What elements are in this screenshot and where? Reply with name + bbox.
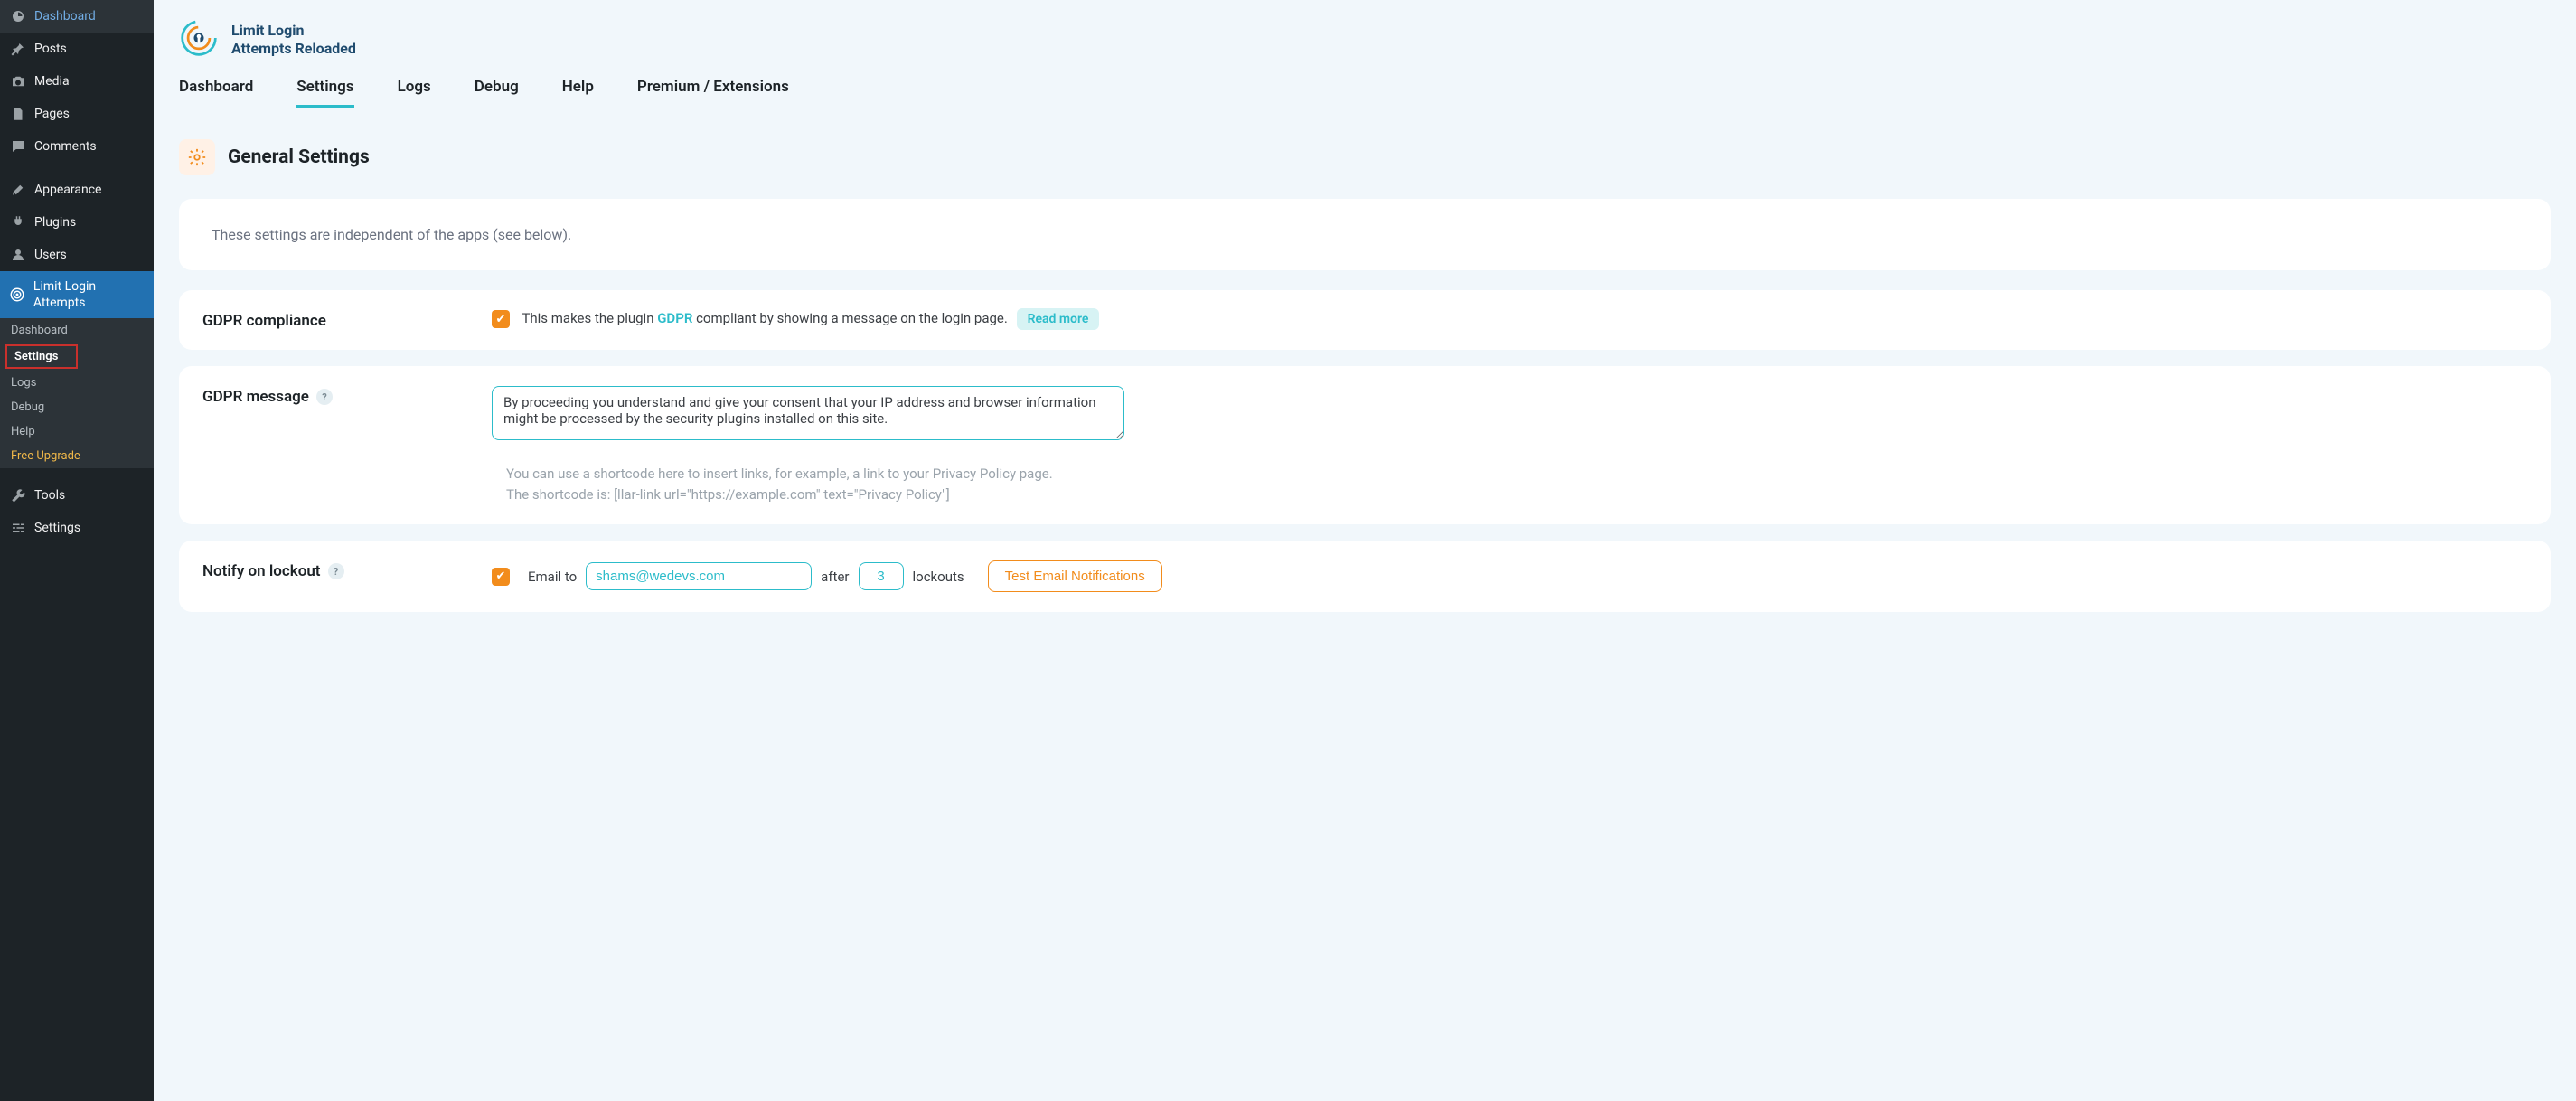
submenu-dashboard[interactable]: Dashboard bbox=[0, 318, 154, 343]
test-email-button[interactable]: Test Email Notifications bbox=[988, 560, 1162, 592]
sidebar-item-posts[interactable]: Posts bbox=[0, 33, 154, 65]
pin-icon bbox=[9, 40, 27, 58]
sidebar-item-settings[interactable]: Settings bbox=[0, 512, 154, 544]
submenu-settings[interactable]: Settings bbox=[5, 344, 78, 369]
sidebar-item-limit-login-attempts[interactable]: Limit Login Attempts bbox=[0, 271, 154, 318]
sidebar-label: Plugins bbox=[34, 215, 76, 230]
gdpr-compliance-label: GDPR compliance bbox=[202, 310, 492, 330]
notify-label: Notify on lockout bbox=[202, 562, 321, 580]
submenu-logs[interactable]: Logs bbox=[0, 371, 154, 395]
sidebar-submenu: Dashboard Settings Logs Debug Help Free … bbox=[0, 318, 154, 468]
brand-line1: Limit Login bbox=[231, 22, 356, 40]
brush-icon bbox=[9, 181, 27, 199]
gdpr-message-textarea[interactable] bbox=[492, 386, 1124, 440]
gdpr-link[interactable]: GDPR bbox=[657, 310, 692, 326]
sidebar-item-pages[interactable]: Pages bbox=[0, 98, 154, 130]
gdpr-hint-1: You can use a shortcode here to insert l… bbox=[506, 464, 2527, 485]
sidebar-label: Limit Login Attempts bbox=[33, 278, 145, 311]
wrench-icon bbox=[9, 486, 27, 504]
sidebar-item-tools[interactable]: Tools bbox=[0, 479, 154, 512]
gdpr-hint-2: The shortcode is: [llar-link url="https:… bbox=[506, 485, 2527, 505]
plug-icon bbox=[9, 213, 27, 231]
camera-icon bbox=[9, 72, 27, 90]
brand-logo-icon bbox=[179, 18, 219, 61]
tab-logs[interactable]: Logs bbox=[398, 78, 431, 108]
plugin-tabs: Dashboard Settings Logs Debug Help Premi… bbox=[179, 78, 2551, 108]
notify-email-input[interactable] bbox=[586, 562, 812, 590]
comment-icon bbox=[9, 137, 27, 155]
section-title: General Settings bbox=[228, 146, 370, 168]
sidebar-label: Appearance bbox=[34, 183, 101, 197]
sidebar-label: Settings bbox=[34, 521, 80, 535]
sidebar-label: Users bbox=[34, 248, 67, 262]
sidebar-label: Posts bbox=[34, 42, 67, 56]
brand-line2: Attempts Reloaded bbox=[231, 40, 356, 58]
tab-debug[interactable]: Debug bbox=[475, 78, 519, 108]
gdpr-text-before: This makes the plugin bbox=[522, 310, 657, 326]
sidebar-item-users[interactable]: Users bbox=[0, 239, 154, 271]
sidebar-label: Dashboard bbox=[34, 9, 96, 24]
user-icon bbox=[9, 246, 27, 264]
gauge-icon bbox=[9, 7, 27, 25]
gdpr-text-after: compliant by showing a message on the lo… bbox=[692, 310, 1007, 326]
tab-settings[interactable]: Settings bbox=[296, 78, 353, 108]
sidebar-label: Media bbox=[34, 74, 70, 89]
info-card: These settings are independent of the ap… bbox=[179, 199, 2551, 270]
sidebar-item-appearance[interactable]: Appearance bbox=[0, 174, 154, 206]
sidebar-label: Pages bbox=[34, 107, 70, 121]
lockout-count-input[interactable] bbox=[859, 562, 904, 590]
gear-icon bbox=[179, 139, 215, 175]
main-content: Limit Login Attempts Reloaded Dashboard … bbox=[154, 0, 2576, 1101]
submenu-free-upgrade[interactable]: Free Upgrade bbox=[0, 444, 154, 468]
section-heading: General Settings bbox=[179, 139, 2551, 175]
plugin-brand: Limit Login Attempts Reloaded bbox=[179, 18, 2551, 61]
gdpr-message-card: GDPR message ? You can use a shortcode h… bbox=[179, 366, 2551, 524]
sidebar-item-plugins[interactable]: Plugins bbox=[0, 206, 154, 239]
tab-dashboard[interactable]: Dashboard bbox=[179, 78, 253, 108]
gdpr-message-label: GDPR message bbox=[202, 388, 309, 406]
wp-admin-sidebar: Dashboard Posts Media Pages Comments App… bbox=[0, 0, 154, 1101]
notify-email-checkbox[interactable]: ✔ bbox=[492, 568, 510, 586]
lockouts-label: lockouts bbox=[913, 569, 964, 585]
notify-lockout-card: Notify on lockout ? ✔ Email to after loc… bbox=[179, 541, 2551, 612]
submenu-help[interactable]: Help bbox=[0, 419, 154, 444]
tab-premium[interactable]: Premium / Extensions bbox=[637, 78, 789, 108]
sidebar-label: Comments bbox=[34, 139, 97, 154]
target-icon bbox=[9, 286, 26, 304]
tab-help[interactable]: Help bbox=[562, 78, 594, 108]
after-label: after bbox=[821, 569, 849, 585]
gdpr-compliance-card: GDPR compliance ✔ This makes the plugin … bbox=[179, 290, 2551, 350]
page-icon bbox=[9, 105, 27, 123]
sliders-icon bbox=[9, 519, 27, 537]
sidebar-item-comments[interactable]: Comments bbox=[0, 130, 154, 163]
help-icon[interactable]: ? bbox=[316, 389, 333, 405]
gdpr-compliance-checkbox[interactable]: ✔ bbox=[492, 310, 510, 328]
read-more-button[interactable]: Read more bbox=[1017, 308, 1100, 330]
help-icon[interactable]: ? bbox=[328, 563, 344, 579]
info-text: These settings are independent of the ap… bbox=[212, 226, 2518, 243]
submenu-debug[interactable]: Debug bbox=[0, 395, 154, 419]
sidebar-item-dashboard[interactable]: Dashboard bbox=[0, 0, 154, 33]
sidebar-item-media[interactable]: Media bbox=[0, 65, 154, 98]
sidebar-label: Tools bbox=[34, 488, 65, 503]
email-to-label: Email to bbox=[528, 569, 577, 585]
